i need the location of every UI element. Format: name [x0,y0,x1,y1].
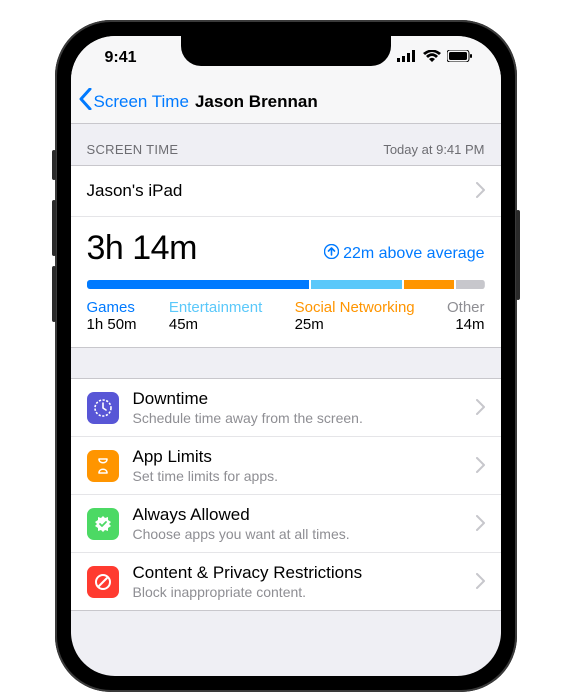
downtime-icon [87,392,119,424]
category-games: Games 1h 50m [87,299,137,333]
chevron-right-icon [476,178,485,204]
option-title: Content & Privacy Restrictions [133,563,462,583]
category-value: 45m [169,316,262,333]
volume-down-button [52,266,56,322]
bar-segment-other [456,280,484,289]
section-header-label: SCREEN TIME [87,142,179,157]
nav-bar: Screen Time Jason Brennan [71,80,501,124]
chevron-right-icon [476,511,485,537]
usage-bar-chart [87,280,485,289]
status-time: 9:41 [105,49,137,67]
notch [181,36,391,66]
power-button [516,210,520,300]
category-social: Social Networking 25m [295,299,415,333]
chevron-right-icon [476,453,485,479]
phone-frame: 9:41 Screen Time Jason Brennan [55,20,517,692]
category-legend: Games 1h 50m Entertainment 45m Social Ne… [87,299,485,333]
option-subtitle: Set time limits for apps. [133,468,462,484]
category-label: Entertainment [169,299,262,316]
option-title: Downtime [133,389,462,409]
hourglass-icon [87,450,119,482]
usage-summary: 3h 14m 22m above average [71,217,501,347]
cellular-icon [397,49,417,67]
device-name: Jason's iPad [87,181,183,201]
section-timestamp: Today at 9:41 PM [383,142,484,157]
category-value: 14m [447,316,485,333]
spacer [71,348,501,378]
section-header: SCREEN TIME Today at 9:41 PM [71,124,501,165]
option-always-allowed[interactable]: Always Allowed Choose apps you want at a… [71,495,501,553]
option-title: App Limits [133,447,462,467]
usage-delta-text: 22m above average [343,245,484,263]
arrow-up-icon [324,244,339,264]
usage-delta: 22m above average [324,244,484,264]
option-title: Always Allowed [133,505,462,525]
option-content-privacy[interactable]: Content & Privacy Restrictions Block ina… [71,553,501,610]
bar-segment-social [404,280,455,289]
category-other: Other 14m [447,299,485,333]
silent-switch [52,150,56,180]
total-time: 3h 14m [87,229,197,268]
chevron-right-icon [476,569,485,595]
category-value: 25m [295,316,415,333]
option-subtitle: Block inappropriate content. [133,584,462,600]
no-symbol-icon [87,566,119,598]
option-subtitle: Choose apps you want at all times. [133,526,462,542]
chevron-right-icon [476,395,485,421]
usage-card: Jason's iPad 3h 14m 22m above average [71,165,501,348]
volume-up-button [52,200,56,256]
bar-segment-entertainment [311,280,402,289]
options-list: Downtime Schedule time away from the scr… [71,378,501,611]
wifi-icon [423,49,441,67]
option-downtime[interactable]: Downtime Schedule time away from the scr… [71,379,501,437]
checkmark-seal-icon [87,508,119,540]
back-label: Screen Time [94,92,189,112]
page-title: Jason Brennan [195,92,318,112]
screen: 9:41 Screen Time Jason Brennan [71,36,501,676]
category-label: Social Networking [295,299,415,316]
option-subtitle: Schedule time away from the screen. [133,410,462,426]
category-value: 1h 50m [87,316,137,333]
battery-icon [447,49,473,67]
chevron-left-icon [79,88,92,115]
category-label: Other [447,299,485,316]
bar-segment-games [87,280,309,289]
back-button[interactable]: Screen Time [79,88,189,115]
option-app-limits[interactable]: App Limits Set time limits for apps. [71,437,501,495]
device-row[interactable]: Jason's iPad [71,166,501,217]
category-label: Games [87,299,137,316]
category-entertainment: Entertainment 45m [169,299,262,333]
